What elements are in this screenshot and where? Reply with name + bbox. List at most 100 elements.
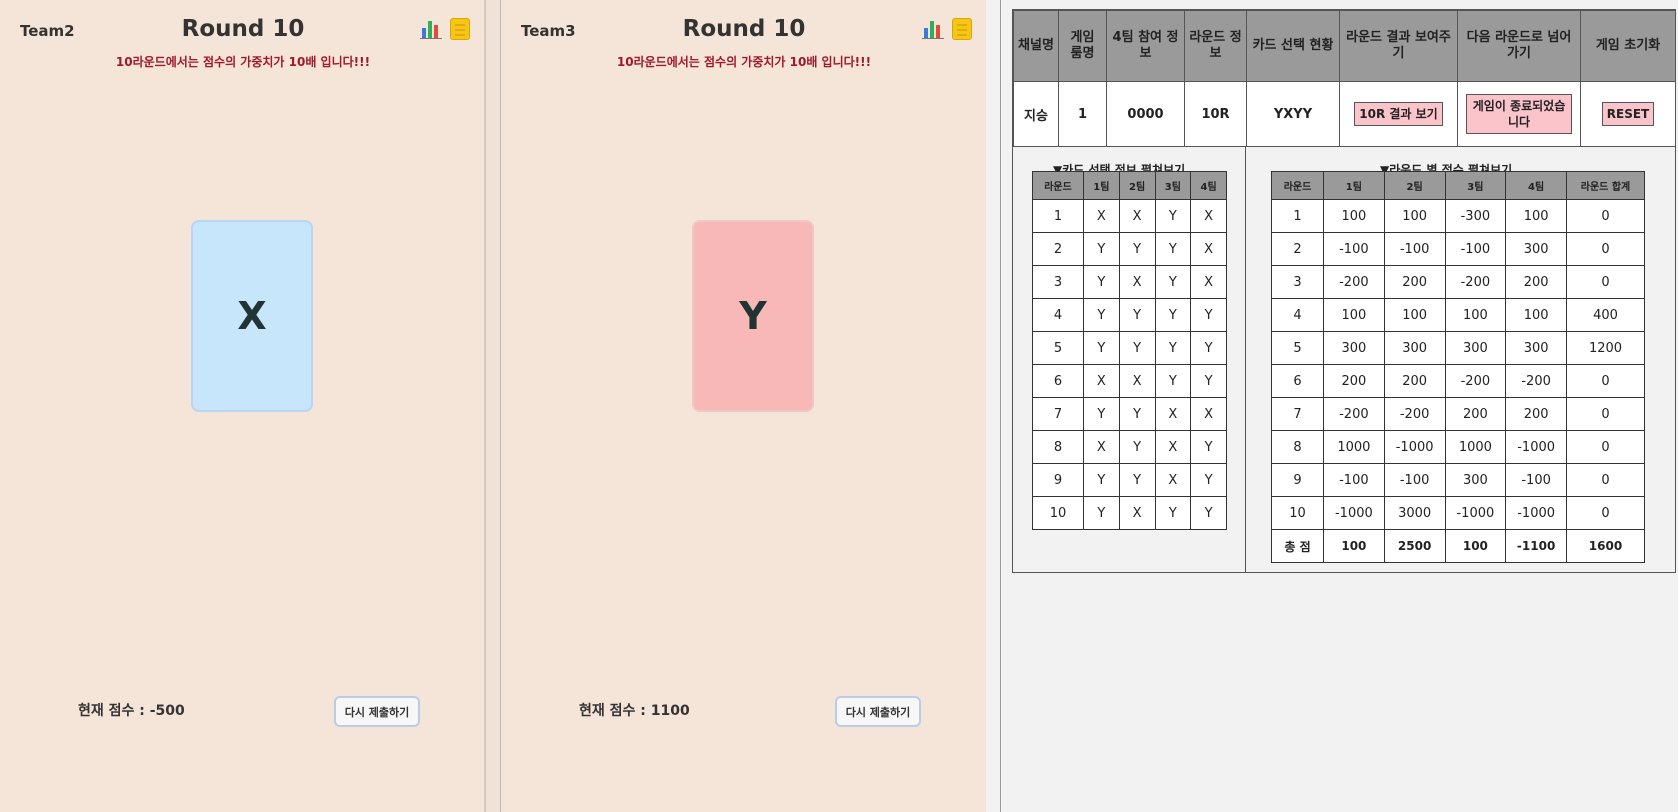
card-table-cell: X [1190, 199, 1227, 233]
round-cell: 10R [1184, 81, 1247, 147]
card-table-cell: 10 [1032, 496, 1084, 530]
score-table-cell: 100 [1383, 298, 1446, 332]
score-table-cell: 10 [1271, 496, 1324, 530]
card-table-cell: Y [1118, 397, 1156, 431]
card-table-cell: X [1083, 430, 1120, 464]
card-table-header-cell: 1팀 [1083, 171, 1120, 200]
next-round-button[interactable]: 게임이 종료되었습니다 [1466, 93, 1572, 135]
card-table-cell: Y [1190, 463, 1227, 497]
card-table-row: 10 Y X Y Y [1032, 496, 1227, 530]
card-table-cell: X [1190, 265, 1227, 299]
score-table-row: 6 200 200 -200 -200 0 [1271, 364, 1645, 398]
selected-card-x[interactable]: X [191, 220, 313, 412]
score-table-cell: 0 [1566, 232, 1645, 266]
score-table-total-cell: 100 [1323, 529, 1385, 563]
bar-chart-icon[interactable] [922, 18, 944, 40]
card-table-cell: Y [1190, 496, 1227, 530]
card-table-cell: Y [1083, 496, 1120, 530]
card-table-row: 5YYYY [1032, 331, 1227, 365]
card-table-cell: Y [1190, 364, 1227, 398]
card-table-cell: 2 [1032, 232, 1084, 266]
score-table-cell: 8 [1271, 430, 1324, 464]
score-table-cell: 6 [1271, 364, 1324, 398]
score-table-row: 10 -1000 3000 -1000 -1000 0 [1271, 496, 1645, 530]
card-table-cell: Y [1154, 298, 1192, 332]
card-table-cell: X [1118, 199, 1156, 233]
score-table-header-cell: 4팀 [1505, 171, 1567, 200]
score-table-cell: 3000 [1383, 496, 1446, 530]
header-room: 게임 룸명 [1058, 10, 1107, 82]
score-table-cell: 100 [1383, 199, 1446, 233]
resubmit-button[interactable]: 다시 제출하기 [334, 696, 420, 727]
score-table-row: 5 300 300 300 300 1200 [1271, 331, 1645, 365]
resubmit-button[interactable]: 다시 제출하기 [835, 696, 921, 727]
score-table-header-cell: 라운드 [1271, 171, 1324, 200]
current-score: 현재 점수 : -500 [78, 703, 185, 719]
card-table-cell: X [1190, 232, 1227, 266]
card-table-cell: X [1118, 496, 1156, 530]
notepad-icon[interactable] [450, 18, 470, 40]
header-next-round: 다음 라운드로 넘어가기 [1457, 10, 1581, 82]
score-table-cell: 3 [1271, 265, 1324, 299]
score-table-cell: -100 [1383, 232, 1446, 266]
card-table-cell: Y [1083, 397, 1120, 431]
card-table-row: 2YYYX [1032, 232, 1227, 266]
next-round-cell: 게임이 종료되었습니다 [1457, 81, 1581, 147]
selected-card-y[interactable]: Y [692, 220, 814, 412]
card-table-cell: Y [1190, 298, 1227, 332]
card-table-cell: Y [1083, 232, 1120, 266]
score-table-cell: 1000 [1323, 430, 1385, 464]
score-table-cell: -200 [1444, 364, 1507, 398]
card-table-cell: 4 [1032, 298, 1084, 332]
score-table-cell: 100 [1323, 298, 1385, 332]
score-table-cell: 300 [1444, 331, 1507, 365]
card-table-cell: X [1083, 199, 1120, 233]
card-table-cell: Y [1190, 430, 1227, 464]
admin-panel: 채널명 게임 룸명 4팀 참여 정보 라운드 정보 카드 선택 현황 라운드 결… [1012, 9, 1676, 573]
score-table-cell: 0 [1566, 265, 1645, 299]
team2-panel: Team2 Round 10 10라운드에서는 점수의 가중치가 10배 입니다… [0, 0, 486, 812]
card-table-cell: X [1118, 364, 1156, 398]
header-cards: 카드 선택 현황 [1246, 10, 1340, 82]
score-table-cell: -100 [1323, 232, 1385, 266]
card-table-cell: X [1154, 397, 1192, 431]
score-table-cell: 1000 [1444, 430, 1507, 464]
score-table-cell: 300 [1505, 232, 1567, 266]
score-table-cell: 5 [1271, 331, 1324, 365]
card-table-cell: Y [1154, 496, 1192, 530]
score-table-cell: 1 [1271, 199, 1324, 233]
card-table-row: 9YYXY [1032, 463, 1227, 497]
score-table-total-row: 총 점 100 2500 100 -1100 1600 [1271, 529, 1645, 563]
control-row: 지승 1 0000 10R YXYY 10R 결과 보기 게임이 종료되었습니다… [1013, 81, 1676, 147]
score-table-header-cell: 3팀 [1444, 171, 1507, 200]
header-reset: 게임 초기화 [1580, 10, 1676, 82]
score-table-cell: -1000 [1505, 430, 1567, 464]
team3-panel: Team3 Round 10 10라운드에서는 점수의 가중치가 10배 입니다… [500, 0, 986, 812]
score-table-total-cell: 2500 [1383, 529, 1446, 563]
card-table-cell: 3 [1032, 265, 1084, 299]
bar-chart-icon[interactable] [420, 18, 442, 40]
weight-notice: 10라운드에서는 점수의 가중치가 10배 입니다!!! [616, 55, 872, 69]
score-table-cell: -300 [1444, 199, 1507, 233]
score-table-cell: -200 [1505, 364, 1567, 398]
card-table-row: 3YXYX [1032, 265, 1227, 299]
card-table-cell: Y [1118, 232, 1156, 266]
score-table-cell: -200 [1444, 265, 1507, 299]
show-result-cell: 10R 결과 보기 [1339, 81, 1458, 147]
reset-button[interactable]: RESET [1601, 101, 1655, 127]
score-table-cell: 0 [1566, 430, 1645, 464]
card-table-cell: Y [1118, 331, 1156, 365]
show-result-button[interactable]: 10R 결과 보기 [1354, 101, 1443, 127]
score-table-row: 3 -200 200 -200 200 0 [1271, 265, 1645, 299]
details-area: ▼카드 선택 정보 펼쳐보기 ▼라운드 별 점수 펼쳐보기 라운드 1팀 2팀 3팀 4… [1013, 147, 1675, 572]
round-title: Round 10 [682, 16, 806, 42]
score-table-cell: -100 [1444, 232, 1507, 266]
notepad-icon[interactable] [952, 18, 972, 40]
card-table-cell: X [1190, 397, 1227, 431]
card-table-cell: 7 [1032, 397, 1084, 431]
card-table-cell: Y [1154, 232, 1192, 266]
score-table-cell: 7 [1271, 397, 1324, 431]
panel-gap [486, 0, 500, 812]
score-table-cell: -100 [1383, 463, 1446, 497]
score-table-cell: 0 [1566, 364, 1645, 398]
